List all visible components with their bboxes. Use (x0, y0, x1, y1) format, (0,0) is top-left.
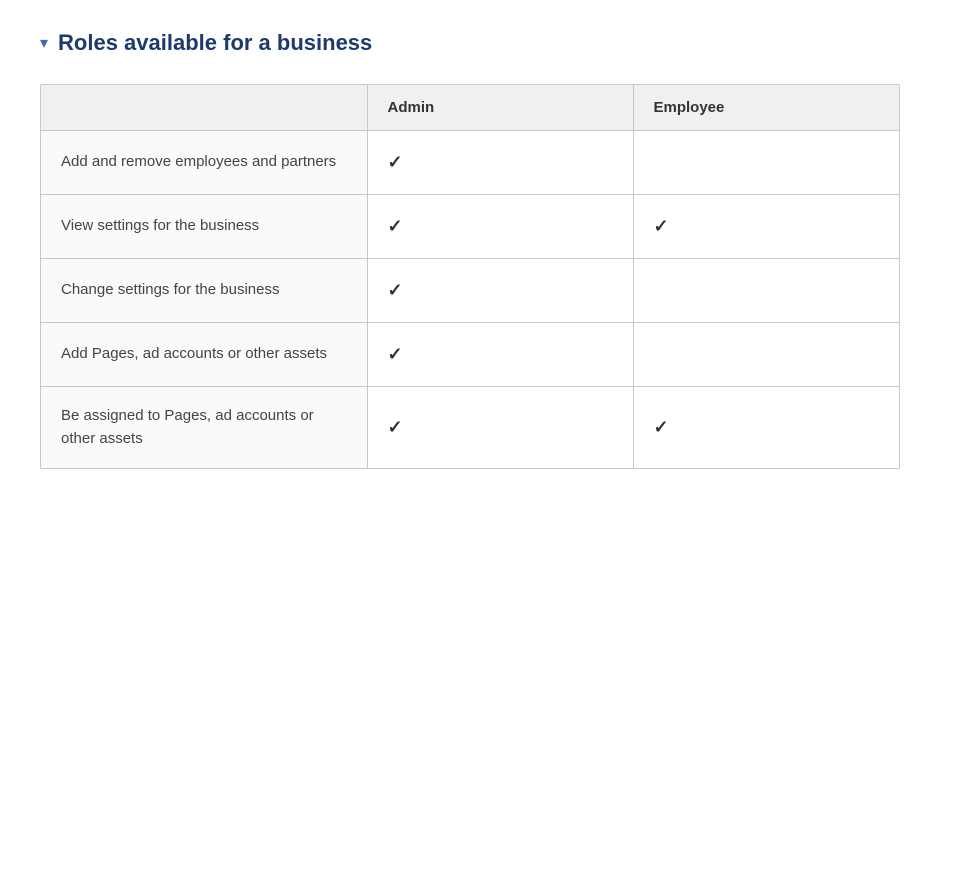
admin-cell: ✓ (367, 387, 633, 469)
page-header: ▾ Roles available for a business (40, 30, 932, 56)
table-row: Add Pages, ad accounts or other assets ✓ (41, 323, 899, 387)
table-row: Add and remove employees and partners ✓ (41, 131, 899, 195)
table-header-row: Admin Employee (41, 85, 899, 131)
roles-table-container: Admin Employee Add and remove employees … (40, 84, 900, 469)
check-mark-icon: ✓ (388, 152, 403, 172)
check-mark-icon: ✓ (654, 417, 669, 437)
check-mark-icon: ✓ (388, 417, 403, 437)
feature-column-header (41, 85, 367, 131)
page-title: Roles available for a business (58, 30, 372, 56)
table-row: Be assigned to Pages, ad accounts or oth… (41, 387, 899, 469)
admin-cell: ✓ (367, 259, 633, 323)
admin-cell: ✓ (367, 195, 633, 259)
table-row: Change settings for the business ✓ (41, 259, 899, 323)
check-mark-icon: ✓ (654, 216, 669, 236)
feature-cell: Change settings for the business (41, 259, 367, 323)
table-row: View settings for the business ✓ ✓ (41, 195, 899, 259)
employee-cell: ✓ (633, 387, 899, 469)
admin-cell: ✓ (367, 323, 633, 387)
feature-cell: Add Pages, ad accounts or other assets (41, 323, 367, 387)
feature-cell: Add and remove employees and partners (41, 131, 367, 195)
employee-cell (633, 259, 899, 323)
employee-column-header: Employee (633, 85, 899, 131)
check-mark-icon: ✓ (388, 216, 403, 236)
employee-cell (633, 323, 899, 387)
employee-cell (633, 131, 899, 195)
roles-table: Admin Employee Add and remove employees … (41, 85, 899, 468)
admin-column-header: Admin (367, 85, 633, 131)
admin-cell: ✓ (367, 131, 633, 195)
feature-cell: View settings for the business (41, 195, 367, 259)
employee-cell: ✓ (633, 195, 899, 259)
check-mark-icon: ✓ (388, 344, 403, 364)
feature-cell: Be assigned to Pages, ad accounts or oth… (41, 387, 367, 469)
chevron-icon: ▾ (40, 33, 48, 53)
check-mark-icon: ✓ (388, 280, 403, 300)
